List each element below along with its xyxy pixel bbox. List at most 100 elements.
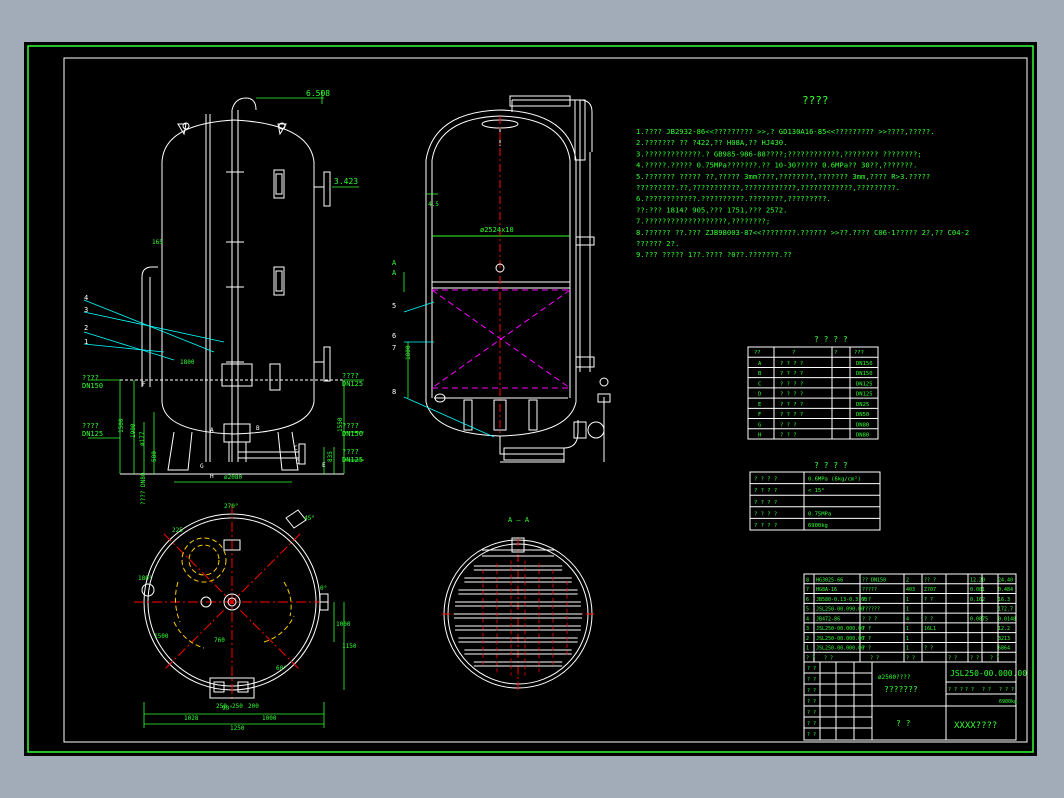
nozzle-code: B bbox=[758, 371, 762, 377]
scale-label: ? ? bbox=[965, 687, 974, 693]
nozzle-g: G bbox=[200, 463, 204, 470]
bom-header: ? ? bbox=[948, 656, 957, 662]
label-inlet-3: ???? bbox=[342, 372, 359, 380]
nozzle-a: A bbox=[210, 427, 214, 434]
bom-cell: 3 bbox=[806, 626, 809, 632]
bom-cell: 16.3 bbox=[998, 597, 1010, 603]
nozzle-b: B bbox=[256, 425, 260, 432]
signature-label: ? ? bbox=[807, 710, 816, 716]
angle-270: 270° bbox=[224, 503, 238, 510]
tech-param-value: 6900kg bbox=[808, 523, 828, 529]
bom-header: ? ? bbox=[806, 656, 815, 662]
section-a-a-title: A — A bbox=[508, 516, 530, 524]
bom-cell: 0.0875 bbox=[970, 616, 988, 622]
bom-cell: 0.081 bbox=[970, 587, 985, 593]
label-dn125-3: DN125 bbox=[342, 456, 363, 464]
dim-760: 760 bbox=[214, 637, 225, 644]
bom-cell: ?????? bbox=[862, 607, 880, 613]
signature-label: ? ? bbox=[807, 666, 816, 672]
tech-param-value: 0.6MPa (6kg/cm²) bbox=[808, 476, 861, 483]
nozzle-header: ? bbox=[792, 350, 795, 356]
dim-1550: 1550 bbox=[337, 417, 344, 432]
nozzle-header: ??? bbox=[854, 350, 864, 356]
nozzle-h: H bbox=[210, 473, 214, 480]
underdrain-grid bbox=[454, 560, 582, 676]
bom-cell: 5 bbox=[806, 607, 809, 613]
bom-cell: 1 bbox=[906, 626, 909, 632]
bom-cell: ? ? ? bbox=[862, 616, 877, 622]
nozzle-c: C bbox=[294, 445, 298, 452]
dim-580: 580 bbox=[151, 451, 158, 462]
signature-label: ? ? bbox=[807, 688, 816, 694]
title-block: 8 HG3025-66 ?? DN150 2 ?? ? 12.20 24.40 7 HG8A-1… bbox=[803, 573, 1027, 741]
callout-4: 4 bbox=[84, 294, 88, 302]
bom-cell: 2 bbox=[906, 577, 909, 583]
label-dn125-2: DN125 bbox=[342, 380, 363, 388]
bom-cell: 1 bbox=[906, 597, 909, 603]
note-line: 2.??????? ?? ?422,?? H08A,?? HJ430. bbox=[636, 138, 787, 147]
bom-cell: 0.162 bbox=[970, 597, 985, 603]
dim-165: 165 bbox=[152, 239, 163, 246]
bom-cell: ????? bbox=[862, 587, 877, 593]
bom-cell: 6 bbox=[806, 597, 809, 603]
callout-1: 1 bbox=[84, 338, 88, 346]
scale-label: ? ? ? bbox=[948, 687, 963, 693]
bom-cell: 4 bbox=[906, 616, 909, 622]
title-project: ø2500???? bbox=[878, 674, 911, 681]
note-line: 8.?????? ??.??? ZJB98003-87<<????????.??… bbox=[636, 228, 969, 237]
nozzle-d: D bbox=[296, 459, 300, 466]
nozzle-size: DN125 bbox=[856, 381, 873, 387]
bom-cell: ?? DN150 bbox=[862, 577, 886, 583]
bom-cell: JB472-86 bbox=[816, 616, 840, 622]
bom-cell: ? ? bbox=[924, 616, 933, 622]
tech-param-table: ? ? ? ? ? ? ? ? 0.6MPa (6kg/cm²) ? ? ? ? < … bbox=[749, 461, 881, 531]
bom-cell: JB580-0.13-0.3-68 bbox=[816, 597, 867, 603]
dim-1150: 1150 bbox=[342, 643, 357, 650]
title-material: ? ? bbox=[896, 719, 911, 728]
nozzle-table-title: ? ? ? ? bbox=[814, 335, 848, 344]
nozzle-size: DN80 bbox=[856, 422, 869, 428]
bom-header: ? ? bbox=[906, 656, 915, 662]
callout-6: 6 bbox=[392, 332, 396, 340]
bom-cell: ? ? bbox=[924, 646, 933, 652]
dim-1900: 1900 bbox=[130, 423, 137, 438]
dim-200: 200 bbox=[248, 703, 259, 710]
bom-cell: 1 bbox=[806, 646, 809, 652]
tech-param-value: 0.75MPa bbox=[808, 511, 831, 517]
dim-4-5: 4.5 bbox=[428, 201, 439, 208]
nozzle-code: G bbox=[758, 422, 761, 428]
note-line: 7.???????????????????,????????; bbox=[636, 217, 770, 226]
signature-label: ? ? bbox=[807, 721, 816, 727]
dim-3423: 3.423 bbox=[334, 177, 358, 186]
nozzle-e: E bbox=[322, 462, 326, 469]
bom-cell: JSL250-00.000.00 bbox=[816, 636, 864, 642]
scale-value: 6900kg bbox=[999, 699, 1017, 705]
dim-6508: 6.508 bbox=[306, 89, 330, 98]
scale-label: ? ? ? bbox=[999, 687, 1014, 693]
bom-cell: ? ? bbox=[862, 597, 871, 603]
angle-0: 0° bbox=[320, 585, 327, 592]
callout-2: 2 bbox=[84, 324, 88, 332]
note-line: 5.??????? ????? ??,????? 3mm????,???????… bbox=[636, 172, 930, 181]
label-drain: ???? DN80 bbox=[140, 472, 147, 505]
tech-param-name: ? ? ? ? bbox=[754, 477, 777, 483]
nozzle-code: H bbox=[758, 433, 761, 439]
nozzle-use: ? ? ? ? bbox=[780, 392, 803, 398]
note-line: 9.??? ????? 1??.???? ?0??.???????.?? bbox=[636, 250, 792, 259]
nozzle-size: DN150 bbox=[856, 361, 873, 367]
bom-cell: ? ? bbox=[924, 597, 933, 603]
note-line: ?????????.??,???????????,????????????,??… bbox=[636, 183, 900, 192]
bom-cell: 1 bbox=[906, 636, 909, 642]
nozzle-use: ? ? ? ? bbox=[780, 371, 803, 377]
nozzle-header: ? bbox=[834, 350, 837, 356]
bom-cell: ? ? bbox=[862, 636, 871, 642]
bom-header: ? ? bbox=[870, 656, 879, 662]
dim-250-a: 250 bbox=[216, 703, 227, 710]
tech-table-title: ? ? ? ? bbox=[814, 461, 848, 470]
nozzle-code: F bbox=[758, 412, 761, 418]
bom-cell: 1 bbox=[906, 607, 909, 613]
dim-1000-bottom: 1000 bbox=[262, 715, 277, 722]
bom-cell: Z?07 bbox=[924, 587, 936, 593]
nozzle-use: ? ? ? bbox=[780, 422, 797, 428]
angle-60: 60° bbox=[276, 665, 287, 672]
